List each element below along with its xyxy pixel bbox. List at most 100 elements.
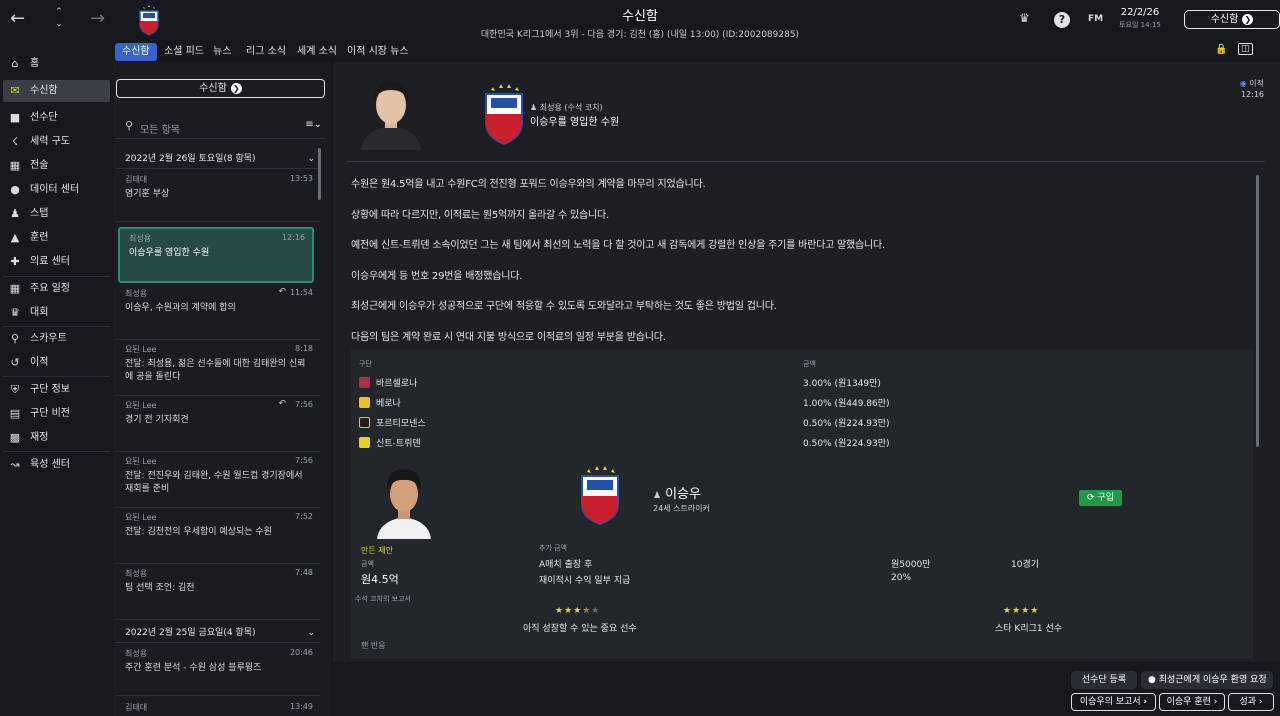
sidebar-item-label: 구단 비전 xyxy=(30,408,70,419)
sidebar-item-club-vision[interactable]: ▤ 구단 비전 xyxy=(3,403,110,425)
sidebar-item-label: 선수단 xyxy=(30,112,58,123)
tab-news[interactable]: 뉴스 xyxy=(206,43,238,61)
message-sender: 최성용 xyxy=(129,234,152,243)
trophy-badge-icon[interactable]: ♛ xyxy=(1019,11,1030,25)
club-info-icon: ⛨ xyxy=(10,383,20,396)
inbox-filter-button[interactable]: 수신함 ❯ xyxy=(116,79,325,98)
tab-transfer-news[interactable]: 이적 시장 뉴스 xyxy=(340,43,416,61)
club-amount: 0.50% (원224.93만) xyxy=(803,439,890,449)
club-crest-icon xyxy=(581,466,619,526)
person-icon: ♟ xyxy=(530,103,540,112)
message-sender: 최성용 xyxy=(125,649,148,658)
sidebar-item-home[interactable]: ⌂ 홈 xyxy=(3,53,110,75)
development-icon: ↝ xyxy=(10,458,20,471)
inbox-list-panel: 수신함 ❯ ⚲ 모든 항목 ≡⌄ 2022년 2월 26일 토요일(8 항목) ⌄ … xyxy=(113,62,331,716)
message-time: 7:52 xyxy=(295,512,313,521)
message-time: 8:18 xyxy=(295,344,313,353)
message-paragraph: 최성근에게 이승우가 성공적으로 구단에 적응할 수 있도록 도와달라고 부탁하… xyxy=(351,301,777,312)
performance-button[interactable]: 성과 › xyxy=(1228,693,1274,711)
sidebar-item-finances[interactable]: ▩ 재정 xyxy=(3,427,110,449)
sidebar-item-schedule[interactable]: ▦ 주요 일정 xyxy=(3,278,110,300)
sidebar-item-medical[interactable]: ✚ 의료 센터 xyxy=(3,251,110,273)
sidebar-item-training[interactable]: ▲ 훈련 xyxy=(3,227,110,249)
list-item[interactable]: 요된 Lee 7:52 전달: 김천전의 우세함이 예상되는 수원 xyxy=(116,508,320,564)
sidebar-item-club-info[interactable]: ⛨ 구단 정보 xyxy=(3,379,110,401)
player-training-button[interactable]: 이승우 훈련 › xyxy=(1159,693,1225,711)
message-time: 11:54 xyxy=(289,288,313,297)
message-subject: 이승우, 수원과의 계약에 합의 xyxy=(125,303,236,313)
tab-inbox[interactable]: 수신함 xyxy=(115,43,157,61)
sidebar-item-inbox[interactable]: ✉ 수신함 xyxy=(3,80,110,102)
tactics-icon: ▦ xyxy=(9,159,21,172)
message-time-label: 12:16 xyxy=(1240,90,1264,99)
fm-menu-icon[interactable]: FM xyxy=(1088,14,1103,24)
sidebar-item-hierarchy[interactable]: ☇ 세력 구도 xyxy=(3,131,110,153)
transfer-details-panel: 구단 금액 바르셀로나 3.00% (원1349만) 베로나 1.00% (원4… xyxy=(351,349,1253,659)
fee-header: 금액 xyxy=(361,560,374,568)
tab-league-news[interactable]: 리그 소식 xyxy=(239,43,293,61)
help-icon[interactable]: ? xyxy=(1054,12,1070,28)
filter-menu-icon[interactable]: ≡⌄ xyxy=(305,119,322,130)
sidebar: ⌂ 홈 ✉ 수신함 ■ 선수단 ☇ 세력 구도 ▦ 전술 ● 데이터 센터 ♟ 스탭 ▲ 훈련 … xyxy=(0,40,112,716)
list-item[interactable]: 최성용 7:48 팀 선택 조언: 김천 xyxy=(116,564,320,620)
player-portrait[interactable] xyxy=(373,459,435,539)
sidebar-item-staff[interactable]: ♟ 스탭 xyxy=(3,203,110,225)
sidebar-item-transfers[interactable]: ↺ 이적 xyxy=(3,352,110,374)
list-item[interactable]: 김태대 13:49 xyxy=(116,698,320,716)
sender-role-label: 최성용 (수석 코치) xyxy=(539,103,603,112)
player-training-label: 이승우 훈련 xyxy=(1166,697,1211,707)
sidebar-item-scouting[interactable]: ⚲ 스카우트 xyxy=(3,328,110,350)
list-item-selected[interactable]: 최성용 12:16 이승우를 영입한 수원 xyxy=(118,227,314,283)
staff-icon: ♟ xyxy=(10,207,20,220)
register-squad-button[interactable]: 선수단 등록 xyxy=(1071,671,1137,689)
data-icon: ● xyxy=(10,183,20,196)
message-subject: 이승우를 영입한 수원 xyxy=(129,248,210,258)
back-arrow-icon[interactable]: ← xyxy=(10,8,25,30)
message-subject: 경기 전 기자회견 xyxy=(125,415,189,425)
list-item[interactable]: 최성용 20:46 주간 훈련 분석 - 수원 삼성 블루윙즈 xyxy=(116,644,320,696)
list-item[interactable]: 요된 Lee 8:18 전달: 최성용, 젊은 선수들에 대한 김태완의 신뢰에… xyxy=(116,340,320,396)
performance-label: 성과 xyxy=(1239,697,1257,707)
layout-toggle-icon[interactable]: ◫ xyxy=(1238,43,1253,55)
transfer-status-badge[interactable]: ⟳ 구입 xyxy=(1079,490,1122,506)
welcome-request-button[interactable]: ● 최성근에게 이승우 환영 요청 xyxy=(1141,671,1273,689)
addon-value: 20% xyxy=(891,573,912,583)
search-bar[interactable]: ⚲ 모든 항목 ≡⌄ xyxy=(116,114,325,139)
day-group-header[interactable]: 2022년 2월 26일 토요일(8 항목) ⌄ xyxy=(116,149,320,169)
lock-icon[interactable]: 🔒 xyxy=(1215,44,1227,55)
sidebar-divider xyxy=(3,276,110,277)
player-report-button[interactable]: 이승우의 보고서 › xyxy=(1071,693,1156,711)
continue-button[interactable]: 수신함 ❯ xyxy=(1184,10,1280,29)
club-row[interactable]: 바르셀로나 xyxy=(359,376,417,389)
divider xyxy=(347,161,1265,162)
tab-social-feed[interactable]: 소셜 피드 xyxy=(157,43,211,61)
additional-fee-header: 추가 금액 xyxy=(539,544,567,552)
day-group-header[interactable]: 2022년 2월 25일 금요일(4 항목) ⌄ xyxy=(116,623,320,643)
club-crest-icon[interactable] xyxy=(138,4,160,36)
tab-world-news[interactable]: 세계 소식 xyxy=(290,43,344,61)
category-label: 이적 xyxy=(1249,79,1264,88)
message-time: 20:46 xyxy=(289,648,313,657)
sidebar-item-competitions[interactable]: ♛ 대회 xyxy=(3,302,110,324)
sidebar-item-tactics[interactable]: ▦ 전술 xyxy=(3,155,110,177)
club-name: 신트-트뤼덴 xyxy=(376,439,421,449)
sidebar-item-squad[interactable]: ■ 선수단 xyxy=(3,107,110,129)
forward-arrow-icon[interactable]: → xyxy=(90,8,105,30)
chevron-down-icon: ⌄ xyxy=(307,154,315,164)
reply-icon: ↶ xyxy=(278,287,286,297)
list-item[interactable]: 김태대 13:53 염기훈 부상 xyxy=(116,170,320,222)
list-item[interactable]: 요된 Lee 7:56 전달: 전진우와 김태완, 수원 월드컵 경기장에서 재… xyxy=(116,452,320,508)
list-item[interactable]: 요된 Lee ↶ 7:56 경기 전 기자회견 xyxy=(116,396,320,452)
club-row[interactable]: 포르티모넨스 xyxy=(359,416,426,429)
player-name-link[interactable]: ♟ 이승우 xyxy=(653,483,701,502)
list-item[interactable]: 최성용 ↶ 11:54 이승우, 수원과의 계약에 합의 xyxy=(116,284,320,340)
search-input[interactable]: 모든 항목 xyxy=(140,121,180,136)
addon-condition: A매치 출장 후 xyxy=(539,560,593,570)
up-down-nav[interactable]: ⌃ ⌄ xyxy=(52,6,66,30)
chevron-down-icon: ⌄ xyxy=(307,628,315,638)
sidebar-item-data-hub[interactable]: ● 데이터 센터 xyxy=(3,179,110,201)
sidebar-item-development[interactable]: ↝ 육성 센터 xyxy=(3,454,110,476)
club-row[interactable]: 신트-트뤼덴 xyxy=(359,436,421,449)
club-row[interactable]: 베로나 xyxy=(359,396,401,409)
message-scrollbar[interactable] xyxy=(1256,175,1259,447)
